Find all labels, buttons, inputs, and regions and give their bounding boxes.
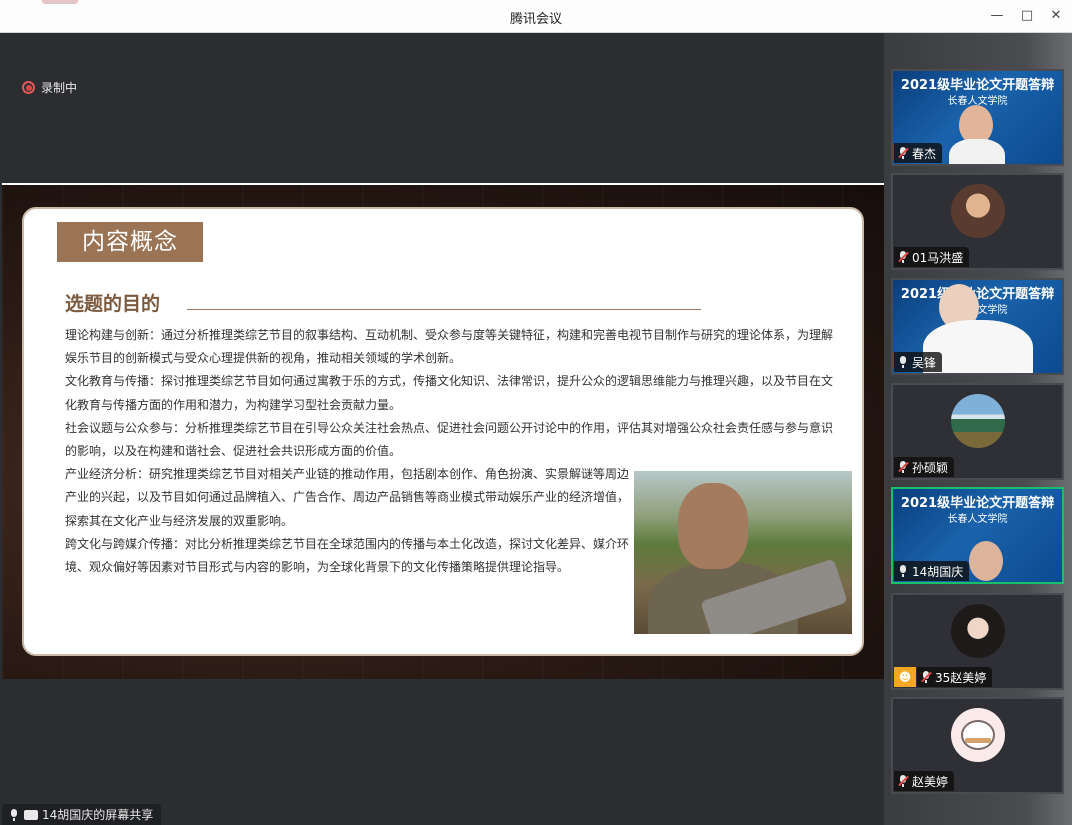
mic-muted-icon xyxy=(897,250,909,264)
participant-name: 01马洪盛 xyxy=(912,250,964,265)
banner-title: 2021级毕业论文开题答辩 xyxy=(900,78,1055,93)
maximize-icon[interactable]: □ xyxy=(1018,7,1036,25)
participant-name: 14胡国庆 xyxy=(912,564,964,579)
app-icon xyxy=(42,0,78,4)
avatar xyxy=(951,604,1005,658)
participant-nameplate: 14胡国庆 xyxy=(894,561,970,581)
slide-paragraph: 产业经济分析：研究推理类综艺节目对相关产业链的推动作用，包括剧本创作、角色扮演、… xyxy=(65,467,630,528)
participant-tile-active[interactable]: 2021级毕业论文开题答辩 长春人文学院 14胡国庆 xyxy=(891,487,1064,584)
slide-paragraph: 文化教育与传播：探讨推理类综艺节目如何通过寓教于乐的方式，传播文化知识、法律常识… xyxy=(65,374,834,412)
participant-tile[interactable]: ☻ 35赵美婷 xyxy=(891,593,1064,690)
participant-tile[interactable]: 01马洪盛 xyxy=(891,173,1064,270)
participant-name: 孙硕颖 xyxy=(912,460,949,475)
avatar xyxy=(951,184,1005,238)
avatar xyxy=(951,708,1005,762)
screen-share-status[interactable]: 14胡国庆的屏幕共享 xyxy=(2,804,162,825)
mic-muted-icon xyxy=(920,670,932,684)
participant-tile[interactable]: 赵美婷 xyxy=(891,697,1064,794)
mic-muted-icon xyxy=(897,460,909,474)
shared-screen[interactable]: 内容概念 选题的目的 理论构建与创新：通过分析推理类综艺节目的叙事结构、互动机制… xyxy=(2,183,884,679)
recording-label: 录制中 xyxy=(41,81,78,95)
participant-tile[interactable]: 2021级毕业论文开题答辩 长春人文学院 春杰 xyxy=(891,69,1064,166)
slide-paragraph: 跨文化与跨媒介传播：对比分析推理类综艺节目在全球范围内的传播与本土化改造，探讨文… xyxy=(65,536,630,575)
participant-nameplate: 春杰 xyxy=(894,143,943,163)
participant-video xyxy=(969,541,1003,581)
main-stage: 录制中 内容概念 选题的目的 理论构建与创新：通过分析推理类综艺节目的叙事结构、… xyxy=(2,33,884,825)
person-icon: ☻ xyxy=(894,667,916,687)
participant-nameplate: 赵美婷 xyxy=(894,771,955,791)
avatar xyxy=(951,394,1005,448)
screen-share-label: 14胡国庆的屏幕共享 xyxy=(42,808,154,822)
subheading-divider xyxy=(187,309,701,310)
slide-tag: 内容概念 xyxy=(57,222,203,262)
mic-muted-icon xyxy=(897,146,909,160)
recording-indicator[interactable]: 录制中 xyxy=(22,79,77,96)
mic-muted-icon xyxy=(897,774,909,788)
participant-tile[interactable]: 2021级毕业论文开题答辩 长春人文学院 吴锋 xyxy=(891,278,1064,375)
participant-name: 吴锋 xyxy=(912,355,937,370)
participant-nameplate: 35赵美婷 xyxy=(917,667,993,687)
slide-paragraph: 社会议题与公众参与：分析推理类综艺节目在引导公众关注社会热点、促进社会问题公开讨… xyxy=(65,420,834,459)
participant-name: 赵美婷 xyxy=(912,774,949,789)
record-icon xyxy=(22,81,35,94)
participant-nameplate: 吴锋 xyxy=(894,352,943,372)
slide-photo xyxy=(634,471,852,634)
title-bar: 腾讯会议 — □ ✕ xyxy=(0,0,1072,33)
slide-subheading: 选题的目的 xyxy=(65,293,161,315)
minimize-icon[interactable]: — xyxy=(988,7,1006,25)
close-icon[interactable]: ✕ xyxy=(1047,7,1065,25)
participant-name: 春杰 xyxy=(912,146,937,161)
mic-icon xyxy=(8,808,20,822)
banner-subtitle: 长春人文学院 xyxy=(947,514,1008,525)
participant-name: 35赵美婷 xyxy=(935,670,987,685)
participant-nameplate: 01马洪盛 xyxy=(894,247,970,267)
screen-share-icon xyxy=(24,809,38,820)
participant-video xyxy=(949,139,1005,164)
slide-card: 内容概念 选题的目的 理论构建与创新：通过分析推理类综艺节目的叙事结构、互动机制… xyxy=(22,207,864,656)
window-title: 腾讯会议 xyxy=(509,12,562,27)
mic-icon xyxy=(897,564,909,578)
participant-tile[interactable]: 孙硕颖 xyxy=(891,383,1064,480)
banner-title: 2021级毕业论文开题答辩 xyxy=(900,496,1055,511)
slide-paragraph: 理论构建与创新：通过分析推理类综艺节目的叙事结构、互动机制、受众参与度等关键特征… xyxy=(65,328,834,366)
participant-nameplate: 孙硕颖 xyxy=(894,457,955,477)
mic-icon xyxy=(897,355,909,369)
